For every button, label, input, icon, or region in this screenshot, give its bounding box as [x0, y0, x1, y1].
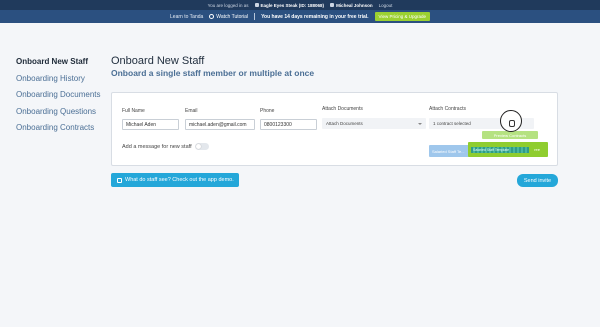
- upgrade-button[interactable]: View Pricing & Upgrade: [374, 12, 430, 21]
- onboard-form-card: Full Name Michael Aden Email michael.ade…: [111, 92, 558, 166]
- attach-documents-label: Attach Documents: [322, 106, 363, 112]
- full-name-label: Full Name: [122, 108, 145, 114]
- attach-contracts-value: 1 contract selected: [433, 121, 471, 126]
- toggle-knob: [196, 144, 201, 149]
- page-subtitle: Onboard a single staff member or multipl…: [111, 68, 315, 78]
- onboarding-sidebar: Onboard New Staff Onboarding History Onb…: [16, 56, 106, 139]
- email-label: Email: [185, 108, 198, 114]
- send-invite-button[interactable]: Send invite: [517, 174, 558, 187]
- trial-bar: Learn to Tanda Watch Tutorial You have 1…: [0, 10, 600, 23]
- sidebar-item-onboarding-contracts[interactable]: Onboarding Contracts: [16, 122, 106, 139]
- message-label: Add a message for new staff: [122, 144, 192, 150]
- sidebar-item-onboard-new-staff[interactable]: Onboard New Staff: [16, 56, 106, 73]
- salaried-staff-template-option[interactable]: Salaried Staff Te...: [429, 145, 469, 157]
- message-toggle[interactable]: [195, 143, 209, 150]
- logged-in-as-text: You are logged in as: [207, 2, 249, 8]
- building-icon: [254, 2, 259, 7]
- sidebar-item-onboarding-questions[interactable]: Onboarding Questions: [16, 106, 106, 123]
- phone-icon: [117, 177, 122, 183]
- top-login-bar: You are logged in as Eagle Eyes Steak (I…: [0, 0, 600, 10]
- trial-remaining-text: You have 14 days remaining in your free …: [261, 13, 369, 20]
- full-name-input[interactable]: Michael Aden: [122, 119, 179, 130]
- contract-template-button[interactable]: Salaried Staff Template ree: [468, 142, 548, 157]
- watch-tutorial-label: Watch Tutorial: [216, 13, 249, 20]
- sidebar-item-onboarding-documents[interactable]: Onboarding Documents: [16, 89, 106, 106]
- attach-contracts-label: Attach Contracts: [429, 106, 466, 112]
- logout-link[interactable]: Logout: [379, 3, 393, 8]
- phone-input[interactable]: 0800123300: [260, 119, 317, 130]
- user-icon: [330, 2, 335, 7]
- hand-cursor-icon: [509, 120, 515, 127]
- preview-contracts-button[interactable]: Preview Contracts: [482, 131, 538, 139]
- sidebar-item-onboarding-history[interactable]: Onboarding History: [16, 73, 106, 90]
- app-demo-label: What do staff see? Check out the app dem…: [125, 177, 234, 183]
- play-icon: [209, 14, 215, 19]
- user-name[interactable]: Micheal Johnson: [330, 2, 373, 8]
- page-title: Onboard New Staff: [111, 55, 205, 67]
- phone-label: Phone: [260, 108, 275, 114]
- attach-documents-select[interactable]: Attach Documents: [322, 118, 426, 129]
- contract-template-button-label: ree: [534, 147, 540, 152]
- attach-documents-value: Attach Documents: [326, 121, 363, 126]
- learn-text: Learn to Tanda: [170, 13, 204, 20]
- divider: [254, 13, 256, 20]
- organisation-name[interactable]: Eagle Eyes Steak (ID: 188068): [254, 2, 324, 8]
- salaried-template-drag-overlay: Salaried Staff Template: [471, 147, 529, 153]
- app-demo-button[interactable]: What do staff see? Check out the app dem…: [111, 173, 239, 187]
- watch-tutorial-button[interactable]: Watch Tutorial: [209, 14, 248, 20]
- chevron-down-icon: [418, 122, 422, 125]
- email-input[interactable]: michael.aden@gmail.com: [185, 119, 255, 130]
